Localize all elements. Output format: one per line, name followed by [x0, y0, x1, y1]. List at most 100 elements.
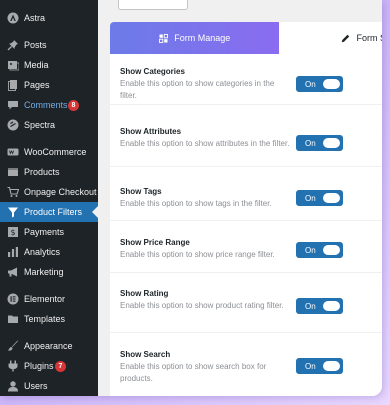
- toggle-state-label: On: [305, 193, 316, 203]
- sidebar-item-products[interactable]: Products: [0, 162, 98, 182]
- sidebar-item-marketing[interactable]: Marketing: [0, 262, 98, 282]
- tab-label: Form Manage: [174, 33, 231, 43]
- show-price-range-toggle[interactable]: On: [296, 242, 343, 258]
- divider: [110, 104, 382, 105]
- sidebar-item-onpage-checkout[interactable]: Onpage Checkout: [0, 182, 98, 202]
- plugin-icon: [7, 360, 19, 372]
- main-content: Form Manage Form Style Show Categories E…: [98, 0, 382, 396]
- sidebar-item-label: Payments: [24, 227, 65, 237]
- sidebar-item-label: Appearance: [24, 341, 73, 351]
- setting-description: Enable this option to show tags in the f…: [120, 199, 272, 208]
- sidebar-item-product-filters[interactable]: Product Filters: [0, 202, 98, 222]
- cart-icon: [7, 186, 19, 198]
- payments-icon: $: [7, 226, 19, 238]
- products-icon: [7, 166, 19, 178]
- user-icon: [7, 380, 19, 392]
- show-attributes-toggle[interactable]: On: [296, 135, 343, 151]
- sidebar-item-payments[interactable]: $ Payments: [0, 222, 98, 242]
- toggle-knob: [323, 361, 340, 371]
- show-search-toggle[interactable]: On: [296, 358, 343, 374]
- woocommerce-icon: [7, 146, 19, 158]
- pin-icon: [7, 39, 19, 51]
- divider: [110, 332, 382, 333]
- sidebar-item-label: WooCommerce: [24, 147, 87, 157]
- setting-description: Enable this option to show price range f…: [120, 250, 275, 259]
- setting-title: Show Search: [120, 350, 171, 359]
- sidebar-item-elementor[interactable]: Elementor: [0, 289, 98, 309]
- filter-icon: [7, 206, 19, 218]
- setting-title: Show Rating: [120, 289, 169, 298]
- analytics-icon: [7, 246, 19, 258]
- sidebar-item-label: Product Filters: [24, 207, 83, 217]
- plugins-update-badge: 7: [55, 360, 66, 372]
- sidebar-item-appearance[interactable]: Appearance: [0, 336, 98, 356]
- pages-icon: [7, 79, 19, 91]
- sidebar-item-label: Elementor: [24, 294, 66, 304]
- toggle-knob: [323, 79, 340, 89]
- setting-title: Show Categories: [120, 67, 185, 76]
- sidebar-item-label: Onpage Checkout: [24, 187, 97, 197]
- grid-icon: [159, 33, 169, 43]
- sidebar-item-templates[interactable]: Templates: [0, 309, 98, 329]
- sidebar-item-label: Astra: [24, 13, 46, 23]
- sidebar-item-astra[interactable]: Astra: [0, 8, 98, 28]
- toggle-state-label: On: [305, 245, 316, 255]
- sidebar-item-label: Media: [24, 60, 49, 70]
- toggle-state-label: On: [305, 138, 316, 148]
- sidebar-item-label: Plugins: [24, 361, 54, 371]
- sidebar-item-users[interactable]: Users: [0, 376, 98, 396]
- sidebar-item-label: Posts: [24, 40, 47, 50]
- sidebar-item-spectra[interactable]: Spectra: [0, 115, 98, 135]
- admin-sidebar: Astra Posts Media Pages Comments 8 Spect…: [0, 0, 98, 396]
- sidebar-item-pages[interactable]: Pages: [0, 75, 98, 95]
- divider: [110, 220, 382, 221]
- svg-text:$: $: [10, 228, 15, 237]
- toggle-knob: [323, 245, 340, 255]
- toggle-state-label: On: [305, 361, 316, 371]
- settings-tabs: Form Manage Form Style: [110, 22, 382, 54]
- tab-form-manage[interactable]: Form Manage: [110, 22, 280, 54]
- tab-form-style[interactable]: Form Style: [279, 22, 382, 54]
- brush-icon: [7, 340, 19, 352]
- setting-title: Show Attributes: [120, 127, 182, 136]
- sidebar-item-label: Comments: [24, 100, 68, 110]
- toggle-knob: [323, 301, 340, 311]
- toggle-knob: [323, 138, 340, 148]
- setting-description: Enable this option to show attributes in…: [120, 139, 290, 148]
- settings-panel: Show Categories Enable this option to sh…: [110, 54, 382, 396]
- show-tags-toggle[interactable]: On: [296, 190, 343, 206]
- megaphone-icon: [7, 266, 19, 278]
- sidebar-item-label: Products: [24, 167, 60, 177]
- app-window: Astra Posts Media Pages Comments 8 Spect…: [0, 0, 382, 396]
- pencil-icon: [341, 34, 350, 43]
- elementor-icon: [7, 293, 19, 305]
- setting-description: Enable this option to show categories in…: [120, 79, 275, 100]
- divider: [110, 166, 382, 167]
- sidebar-item-label: Templates: [24, 314, 66, 324]
- astra-icon: [7, 12, 19, 24]
- toggle-knob: [323, 193, 340, 203]
- sidebar-item-label: Spectra: [24, 120, 56, 130]
- toggle-state-label: On: [305, 79, 316, 89]
- spectra-icon: [7, 119, 19, 131]
- top-control[interactable]: [118, 0, 188, 10]
- sidebar-item-label: Analytics: [24, 247, 61, 257]
- sidebar-item-label: Pages: [24, 80, 50, 90]
- setting-description: Enable this option to show product ratin…: [120, 301, 284, 310]
- setting-title: Show Price Range: [120, 238, 190, 247]
- show-rating-toggle[interactable]: On: [296, 298, 343, 314]
- sidebar-item-woocommerce[interactable]: WooCommerce: [0, 142, 98, 162]
- tab-label: Form Style: [356, 33, 382, 43]
- sidebar-item-plugins[interactable]: Plugins 7: [0, 356, 98, 376]
- divider: [110, 272, 382, 273]
- sidebar-item-posts[interactable]: Posts: [0, 35, 98, 55]
- sidebar-item-comments[interactable]: Comments 8: [0, 95, 98, 115]
- sidebar-item-label: Marketing: [24, 267, 64, 277]
- sidebar-item-analytics[interactable]: Analytics: [0, 242, 98, 262]
- setting-description: Enable this option to show search box fo…: [120, 362, 267, 383]
- setting-title: Show Tags: [120, 187, 162, 196]
- show-categories-toggle[interactable]: On: [296, 76, 343, 92]
- sidebar-item-media[interactable]: Media: [0, 55, 98, 75]
- media-icon: [7, 59, 19, 71]
- sidebar-item-label: Users: [24, 381, 48, 391]
